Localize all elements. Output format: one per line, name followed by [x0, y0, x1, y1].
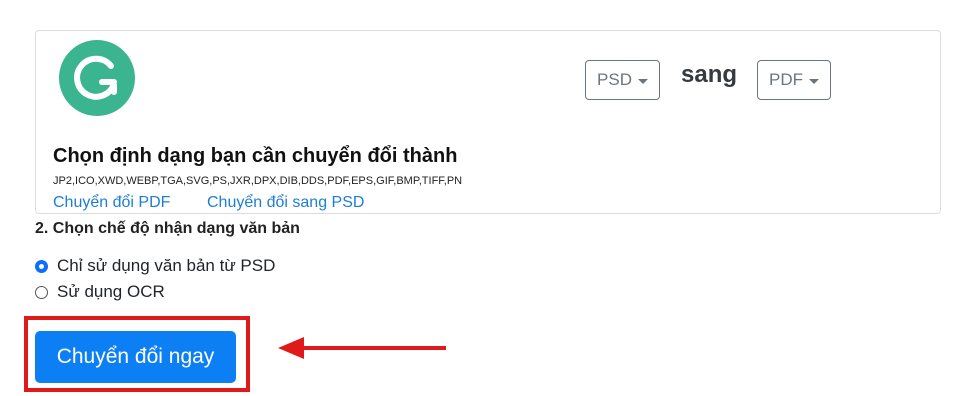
- formats-list: JP2,ICO,XWD,WEBP,TGA,SVG,PS,JXR,DPX,DIB,…: [53, 175, 463, 187]
- format-connector-text: sang: [681, 61, 738, 88]
- ocr-section-title: 2. Chọn chế độ nhận dạng văn bản: [35, 220, 300, 237]
- conversion-card: PSD sang PDF Chọn định dạng bạn cần chuy…: [35, 30, 941, 214]
- chevron-down-icon: [809, 78, 819, 84]
- source-format-label: PSD: [597, 70, 632, 89]
- target-format-select[interactable]: PDF: [757, 60, 831, 100]
- left-arrow-icon: [278, 337, 446, 359]
- convert-pdf-link[interactable]: Chuyển đổi PDF: [53, 194, 170, 212]
- radio-checked-icon[interactable]: [35, 259, 48, 273]
- radio-unchecked-icon[interactable]: [35, 285, 48, 299]
- target-format-label: PDF: [769, 70, 803, 89]
- convert-now-button[interactable]: Chuyển đổi ngay: [35, 331, 236, 383]
- radio-option-text-only[interactable]: Chỉ sử dụng văn bản từ PSD: [35, 256, 275, 276]
- source-format-select[interactable]: PSD: [585, 60, 660, 100]
- radio-option-ocr[interactable]: Sử dụng OCR: [35, 282, 165, 302]
- card-heading: Chọn định dạng bạn cần chuyển đổi thành: [53, 145, 458, 167]
- grammarly-logo-icon: [59, 40, 135, 116]
- chevron-down-icon: [637, 78, 648, 84]
- convert-to-psd-link[interactable]: Chuyển đổi sang PSD: [207, 194, 364, 212]
- radio-option-label: Sử dụng OCR: [57, 282, 165, 301]
- radio-option-label: Chỉ sử dụng văn bản từ PSD: [57, 256, 276, 275]
